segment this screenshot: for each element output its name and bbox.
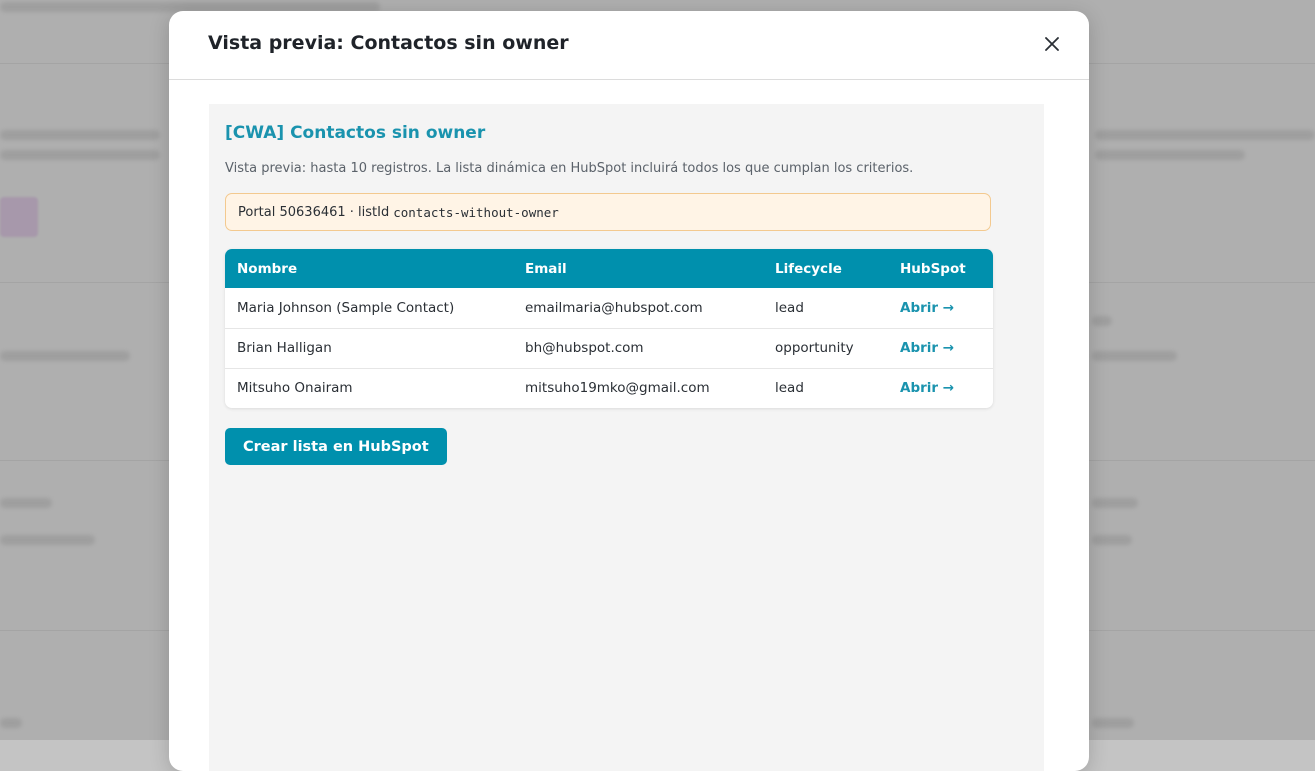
contact-email: bh@hubspot.com <box>525 340 644 356</box>
contact-lifecycle: lead <box>775 380 804 397</box>
table-row: Maria Johnson (Sample Contact) emailmari… <box>225 288 993 328</box>
create-list-button[interactable]: Crear lista en HubSpot <box>225 428 447 465</box>
modal-title: Vista previa: Contactos sin owner <box>208 32 569 54</box>
column-header-email: Email <box>525 260 567 277</box>
table-row: Mitsuho Onairam mitsuho19mko@gmail.com l… <box>225 368 993 408</box>
contact-name: Brian Halligan <box>237 340 332 356</box>
contacts-table: Nombre Email Lifecycle HubSpot Maria Joh… <box>225 249 993 408</box>
contact-lifecycle: opportunity <box>775 340 854 356</box>
contact-lifecycle: lead <box>775 299 804 316</box>
portal-info-box: Portal 50636461 · listId contacts-withou… <box>225 193 991 231</box>
column-header-lifecycle: Lifecycle <box>775 260 842 277</box>
open-in-hubspot-link[interactable]: Abrir → <box>900 300 954 316</box>
column-header-hubspot: HubSpot <box>900 260 966 277</box>
contact-email: emailmaria@hubspot.com <box>525 299 703 316</box>
list-name: [CWA] Contactos sin owner <box>225 123 486 143</box>
close-icon <box>1045 37 1059 51</box>
close-button[interactable] <box>1041 33 1063 55</box>
table-row: Brian Halligan bh@hubspot.com opportunit… <box>225 328 993 368</box>
preview-modal: Vista previa: Contactos sin owner [CWA] … <box>169 11 1089 771</box>
portal-info-text: Portal 50636461 · listId <box>238 204 390 220</box>
contact-email: mitsuho19mko@gmail.com <box>525 380 710 397</box>
modal-header: Vista previa: Contactos sin owner <box>169 11 1089 80</box>
contact-name: Mitsuho Onairam <box>237 380 353 397</box>
open-in-hubspot-link[interactable]: Abrir → <box>900 380 954 396</box>
preview-panel: [CWA] Contactos sin owner Vista previa: … <box>209 104 1044 771</box>
preview-subtitle: Vista previa: hasta 10 registros. La lis… <box>225 161 914 176</box>
column-header-name: Nombre <box>237 260 298 277</box>
contact-name: Maria Johnson (Sample Contact) <box>237 299 455 316</box>
table-header-row: Nombre Email Lifecycle HubSpot <box>225 249 993 288</box>
open-in-hubspot-link[interactable]: Abrir → <box>900 340 954 356</box>
list-id-code: contacts-without-owner <box>393 204 559 220</box>
